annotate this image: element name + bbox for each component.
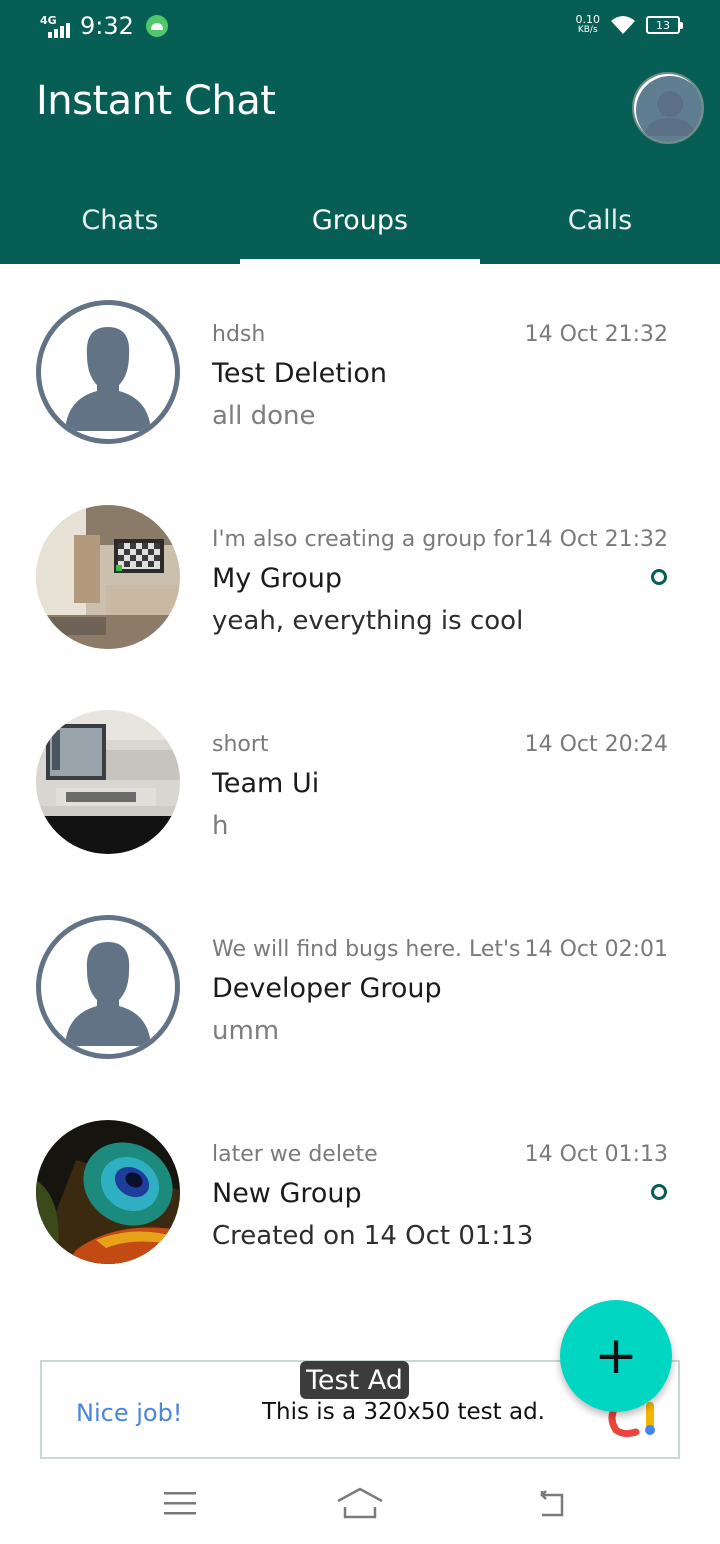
status-bar: 4G 9:32 0.10 KB/s 13 (0, 0, 720, 56)
group-last-sender: later we delete (212, 1142, 378, 1167)
android-notification-icon (145, 15, 168, 37)
group-timestamp: 14 Oct 01:13 (524, 1142, 668, 1167)
room-photo-avatar (36, 505, 180, 649)
group-last-sender: hdsh (212, 322, 266, 347)
new-group-button[interactable]: + (560, 1300, 672, 1412)
group-name: New Group (212, 1178, 362, 1209)
tab-bar: Chats Groups Calls (0, 176, 720, 264)
group-timestamp: 14 Oct 02:01 (524, 937, 668, 962)
group-timestamp: 14 Oct 21:32 (524, 527, 668, 552)
group-timestamp: 14 Oct 21:32 (524, 322, 668, 347)
network-speed: 0.10 KB/s (575, 13, 601, 35)
test-ad-label: Test Ad (300, 1361, 409, 1399)
battery-icon: 13 (646, 16, 683, 34)
menu-icon[interactable] (150, 1478, 210, 1528)
default-person-icon (36, 300, 180, 444)
monitor-photo-avatar (36, 710, 180, 854)
tab-calls[interactable]: Calls (480, 176, 720, 264)
group-name: My Group (212, 563, 343, 594)
profile-avatar[interactable] (632, 72, 704, 144)
group-last-sender: We will find bugs here. Let's (212, 937, 521, 962)
group-last-message: h (212, 811, 229, 841)
group-row-my-group[interactable]: I'm also creating a group for 14 Oct 21:… (0, 469, 720, 674)
app-title: Instant Chat (36, 78, 276, 124)
group-last-sender: short (212, 732, 269, 757)
group-name: Team Ui (212, 768, 320, 799)
group-row-team-ui[interactable]: short 14 Oct 20:24 Team Ui h (0, 674, 720, 879)
status-time: 9:32 (80, 12, 134, 40)
group-last-message: yeah, everything is cool (212, 606, 524, 636)
app-header: 4G 9:32 0.10 KB/s 13 Instant Chat Chats … (0, 0, 720, 264)
person-icon (634, 74, 702, 142)
group-row-new-group[interactable]: later we delete 14 Oct 01:13 New Group C… (0, 1084, 720, 1289)
group-last-message: Created on 14 Oct 01:13 (212, 1221, 534, 1251)
unread-indicator-icon (651, 1184, 667, 1200)
plus-icon: + (594, 1326, 638, 1386)
tab-groups[interactable]: Groups (240, 176, 480, 264)
group-row-developer-group[interactable]: We will find bugs here. Let's 14 Oct 02:… (0, 879, 720, 1084)
home-icon[interactable] (330, 1478, 390, 1528)
battery-level: 13 (656, 18, 670, 32)
peacock-feather-avatar (36, 1120, 180, 1264)
signal-icon: 4G (40, 12, 76, 40)
ad-headline: Nice job! (76, 1399, 183, 1427)
group-last-message: umm (212, 1016, 280, 1046)
group-last-message: all done (212, 401, 316, 431)
group-timestamp: 14 Oct 20:24 (524, 732, 668, 757)
system-nav-bar (0, 1460, 720, 1544)
group-name: Test Deletion (212, 358, 387, 389)
unread-indicator-icon (651, 569, 667, 585)
group-last-sender: I'm also creating a group for (212, 527, 524, 552)
back-icon[interactable] (518, 1478, 578, 1528)
wifi-icon (611, 16, 635, 34)
group-row-test-deletion[interactable]: hdsh 14 Oct 21:32 Test Deletion all done (0, 264, 720, 469)
default-person-icon (36, 915, 180, 1059)
group-name: Developer Group (212, 973, 442, 1004)
ad-body: This is a 320x50 test ad. (262, 1399, 545, 1425)
tab-chats[interactable]: Chats (0, 176, 240, 264)
